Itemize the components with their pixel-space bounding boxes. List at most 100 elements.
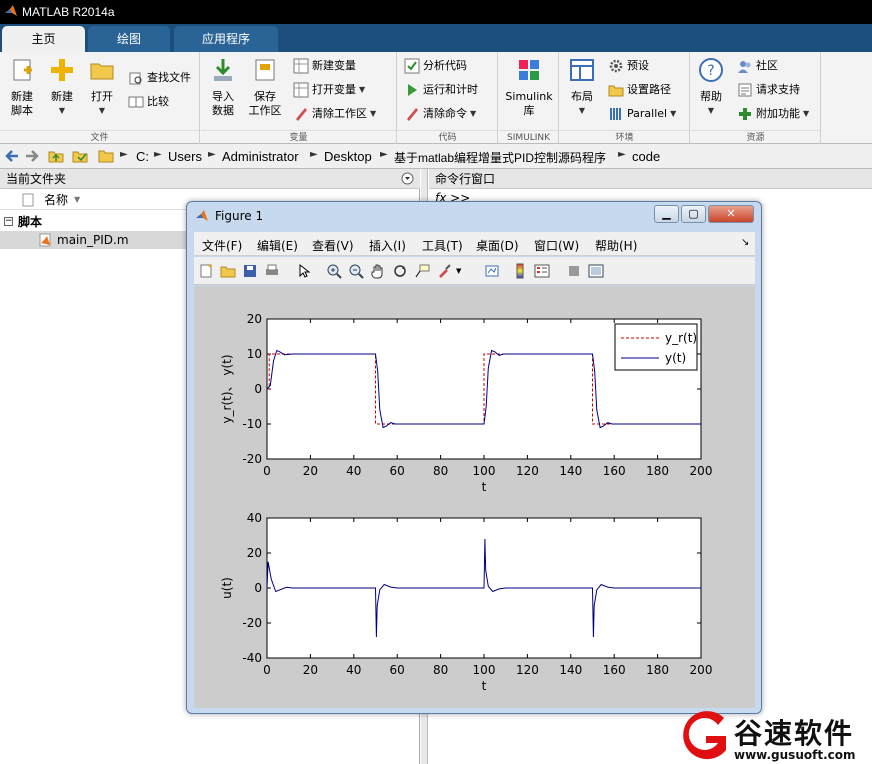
brush-icon[interactable] [436,263,452,279]
show-plot-tools-icon[interactable] [588,263,604,279]
tab-home[interactable]: 主页 [2,26,85,52]
zoom-out-icon[interactable] [348,263,364,279]
open-file-icon[interactable] [220,263,236,279]
menu-view[interactable]: 查看(V) [312,237,354,254]
breadcrumb-item[interactable]: C: [136,149,149,164]
help-button[interactable]: ? 帮助 ▼ [695,56,727,118]
breadcrumb-separator: ► [120,149,128,160]
zoom-in-icon[interactable] [326,263,342,279]
parallel-button[interactable]: Parallel ▼ [608,104,676,124]
menu-file[interactable]: 文件(F) [202,237,242,254]
data-cursor-icon[interactable] [414,263,430,279]
print-icon[interactable] [264,263,280,279]
clear-workspace-dropdown-icon[interactable]: ▼ [370,104,376,124]
clear-commands-dropdown-icon[interactable]: ▼ [470,104,476,124]
figure-window: Figure 1 ▁ ▢ ✕ 文件(F) 编辑(E) 查看(V) 插入(I) 工… [186,201,762,714]
x-tick-label: 180 [646,663,669,677]
add-ons-dropdown-icon[interactable]: ▼ [803,104,809,124]
sort-down-icon[interactable]: ▼ [74,190,80,210]
pointer-icon[interactable] [296,263,312,279]
save-workspace-icon [255,59,275,81]
browse-folder-icon[interactable] [72,148,88,164]
add-ons-label: 附加功能 [756,107,800,120]
add-ons-button[interactable]: 附加功能 ▼ [737,104,809,124]
gear-icon [609,59,623,73]
brush-dropdown-icon[interactable]: ▼ [456,267,472,283]
new-button[interactable]: 新建 ▼ [44,56,80,118]
plot-area[interactable]: 0 20 40 60 80 100 120 140 160 180 200-20-1001020ty… [194,286,755,708]
minimize-button[interactable]: ▁ [654,205,679,223]
menu-desktop[interactable]: 桌面(D) [476,237,519,254]
analyze-code-label: 分析代码 [423,59,467,72]
panel-menu-icon[interactable] [401,172,414,185]
open-dropdown-icon[interactable]: ▼ [84,104,120,118]
layout-dropdown-icon[interactable]: ▼ [564,104,600,118]
menu-insert[interactable]: 插入(I) [369,237,406,254]
maximize-button[interactable]: ▢ [681,205,706,223]
breadcrumb-separator: ► [310,149,318,160]
parallel-dropdown-icon[interactable]: ▼ [670,104,676,124]
dock-arrow-icon[interactable]: ↘ [741,237,749,248]
breadcrumb-item[interactable]: Desktop [324,149,372,164]
open-variable-dropdown-icon[interactable]: ▼ [359,80,365,100]
community-button[interactable]: 社区 [737,56,778,76]
tab-plots[interactable]: 绘图 [88,26,170,52]
ribbon-tabbar: 主页 绘图 应用程序 [0,24,872,52]
new-variable-button[interactable]: 新建变量 [293,56,356,76]
menu-help[interactable]: 帮助(H) [595,237,637,254]
x-tick-label: 20 [303,663,318,677]
hide-plot-tools-icon[interactable] [566,263,582,279]
x-tick-label: 0 [263,464,271,478]
breadcrumb-item[interactable]: 基于matlab编程增量式PID控制源码程序 [394,149,606,166]
new-figure-icon[interactable] [198,263,214,279]
run-time-icon [408,84,417,96]
preferences-button[interactable]: 预设 [608,56,649,76]
set-path-button[interactable]: 设置路径 [608,80,671,100]
y-tick-label: -20 [242,616,262,630]
menu-tools[interactable]: 工具(T) [422,237,463,254]
group-label-code: 代码 [398,130,497,144]
request-support-button[interactable]: 请求支持 [737,80,800,100]
layout-button[interactable]: 布局 ▼ [564,56,600,118]
open-button[interactable]: 打开 ▼ [84,56,120,118]
run-and-time-button[interactable]: 运行和计时 [404,80,478,100]
save-workspace-button[interactable]: 保存 工作区 [245,56,285,118]
back-arrow-icon[interactable] [4,148,20,164]
breadcrumb-item[interactable]: Administrator [222,149,299,164]
app-titlebar: MATLAB R2014a [0,0,872,24]
pan-hand-icon[interactable] [370,263,386,279]
figure-titlebar[interactable]: Figure 1 ▁ ▢ ✕ [187,202,761,230]
colorbar-icon[interactable] [512,263,528,279]
simulink-library-button[interactable]: Simulink 库 [503,56,555,118]
ribbon-group-file: 新建 脚本 新建 ▼ 打开 ▼ 查找文件 比较 文件 [0,52,200,144]
menu-edit[interactable]: 编辑(E) [257,237,298,254]
figure-canvas[interactable]: 0 20 40 60 80 100 120 140 160 180 200 -20 -10 0 10 20 t y… [194,286,755,708]
new-script-button[interactable]: 新建 脚本 [4,56,40,118]
analyze-code-button[interactable]: 分析代码 [404,56,467,76]
rotate-3d-icon[interactable] [392,263,408,279]
breadcrumb-item[interactable]: Users [168,149,202,164]
menu-window[interactable]: 窗口(W) [534,237,579,254]
collapse-icon[interactable]: − [4,217,13,226]
breadcrumb-separator: ► [208,149,216,160]
forward-arrow-icon[interactable] [24,148,40,164]
tab-apps[interactable]: 应用程序 [174,26,278,52]
clear-workspace-button[interactable]: 清除工作区 ▼ [293,104,376,124]
up-folder-icon[interactable] [48,148,64,164]
save-icon[interactable] [242,263,258,279]
breadcrumb-item[interactable]: code [632,149,660,164]
current-folder-header: 当前文件夹 [0,169,420,189]
open-variable-button[interactable]: 打开变量 ▼ [293,80,365,100]
compare-button[interactable]: 比较 [128,92,169,112]
figure-title: Figure 1 [215,209,264,223]
legend-icon[interactable] [534,263,550,279]
app-title: MATLAB R2014a [22,5,115,19]
clear-commands-button[interactable]: 清除命令 ▼ [404,104,476,124]
import-data-button[interactable]: 导入 数据 [205,56,241,118]
layout-label: 布局 [571,90,593,103]
link-plot-icon[interactable] [484,263,500,279]
close-button[interactable]: ✕ [708,205,754,223]
new-dropdown-icon[interactable]: ▼ [44,104,80,118]
find-files-button[interactable]: 查找文件 [128,68,191,88]
help-dropdown-icon[interactable]: ▼ [695,104,727,118]
